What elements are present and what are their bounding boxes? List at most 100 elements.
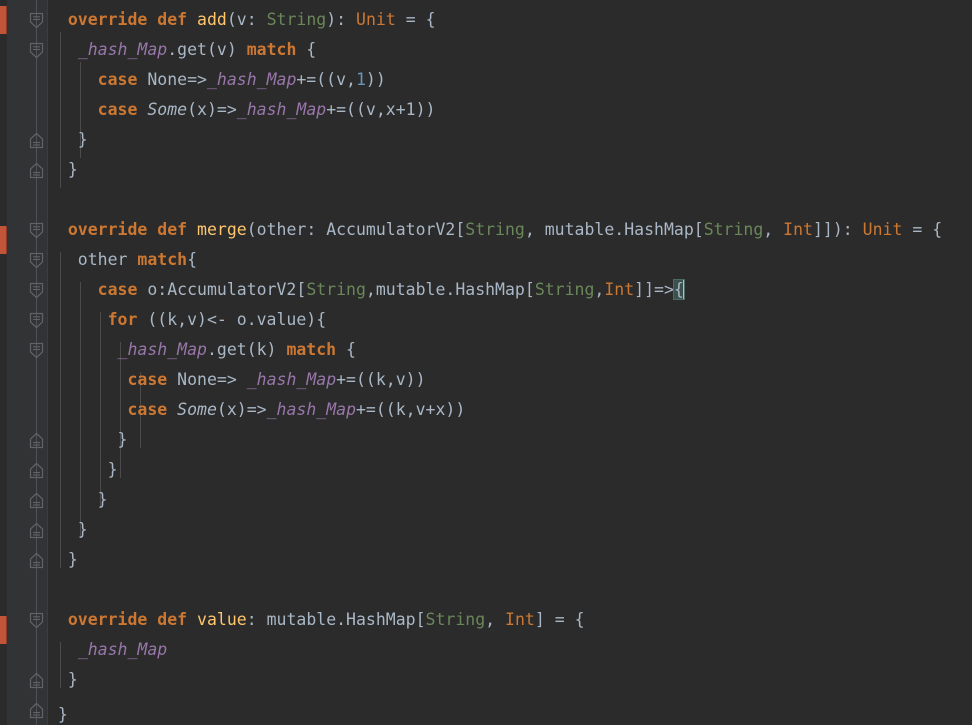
line-add-signature-token-3: def	[157, 10, 188, 29]
line-merge-case-o-token-5: String	[534, 280, 595, 299]
line-merge-signature-token-1: override	[67, 220, 148, 239]
line-merge-inner-match-token-0	[48, 340, 118, 359]
line-merge-case-o-token-2: o:AccumulatorV2[	[137, 280, 307, 299]
fold-merge-inner-match-collapse-icon[interactable]	[27, 341, 46, 360]
line-add-case-none-token-3: _hash_Map	[206, 70, 297, 89]
fold-add-match-end-expand-icon[interactable]	[27, 131, 46, 150]
change-marker-merge-method[interactable]	[0, 226, 7, 254]
line-merge-match-close[interactable]: }	[48, 515, 88, 545]
gutter-divider	[47, 0, 48, 725]
line-add-case-some-token-1: case	[97, 100, 138, 119]
line-merge-close-token-0: }	[48, 550, 78, 569]
line-value-body-token-0	[48, 640, 78, 659]
line-value-signature-token-3: def	[157, 610, 188, 629]
line-add-case-some-token-3: Some	[147, 100, 188, 119]
line-value-body-token-1: _hash_Map	[77, 640, 168, 659]
fold-merge-match-collapse-icon[interactable]	[27, 251, 46, 270]
line-add-signature-token-8: ):	[326, 10, 357, 29]
code-editor[interactable]: override def add(v: String): Unit = { _h…	[0, 0, 972, 725]
line-add-case-some-token-0	[48, 100, 98, 119]
line-merge-case-none[interactable]: case None=> _hash_Map+=((k,v))	[48, 365, 425, 395]
line-add-close[interactable]: }	[48, 155, 78, 185]
code-content-area[interactable]: override def add(v: String): Unit = { _h…	[48, 0, 972, 725]
fold-add-match-collapse-icon[interactable]	[27, 41, 46, 60]
line-merge-inner-match-token-2: .get(k)	[206, 340, 287, 359]
line-merge-signature-token-11: Int	[783, 220, 813, 239]
line-merge-for-close[interactable]: }	[48, 455, 118, 485]
change-marker-value-method[interactable]	[0, 616, 7, 644]
line-merge-other-match[interactable]: other match{	[48, 245, 197, 275]
fold-add-def-end-expand-icon[interactable]	[27, 161, 46, 180]
line-value-close[interactable]: }	[48, 665, 78, 695]
line-merge-other-match-token-0: other	[48, 250, 138, 269]
fold-merge-case-collapse-icon[interactable]	[27, 281, 46, 300]
line-value-signature-token-5: value	[197, 610, 247, 629]
fold-merge-for-collapse-icon[interactable]	[27, 311, 46, 330]
line-merge-for[interactable]: for ((k,v)<- o.value){	[48, 305, 327, 335]
fold-merge-for-end-expand-icon[interactable]	[27, 461, 46, 480]
line-add-case-some-token-6: +=((v,x+1))	[326, 100, 436, 119]
line-add-case-none-token-0	[48, 70, 98, 89]
line-add-match[interactable]: _hash_Map.get(v) match {	[48, 35, 316, 65]
line-merge-inner-match[interactable]: _hash_Map.get(k) match {	[48, 335, 356, 365]
fold-merge-inner-match-end-expand-icon[interactable]	[27, 431, 46, 450]
line-merge-case-close-token-0: }	[48, 490, 108, 509]
fold-merge-match-end-expand-icon[interactable]	[27, 521, 46, 540]
line-value-signature-token-4	[187, 610, 197, 629]
line-add-signature-token-10: = {	[395, 10, 436, 29]
line-merge-inner-match-close[interactable]: }	[48, 425, 128, 455]
line-class-close-token-0: }	[48, 705, 68, 724]
line-add-match-close[interactable]: }	[48, 125, 88, 155]
line-merge-signature-token-7: String	[465, 220, 525, 239]
line-merge-for-token-0	[48, 310, 108, 329]
line-merge-case-some-token-3: Some	[177, 400, 217, 419]
line-add-case-none[interactable]: case None=>_hash_Map+=((v,1))	[48, 65, 386, 95]
fold-value-def-collapse-icon[interactable]	[27, 611, 46, 630]
line-value-signature-token-1: override	[67, 610, 148, 629]
line-merge-case-o[interactable]: case o:AccumulatorV2[String,mutable.Hash…	[48, 275, 685, 305]
editor-gutter[interactable]	[7, 0, 48, 725]
fold-value-def-end-expand-icon[interactable]	[27, 671, 46, 690]
line-merge-for-token-2: ((k,v)<- o.value){	[137, 310, 327, 329]
line-merge-case-some-token-5: _hash_Map	[266, 400, 356, 419]
line-add-signature-token-9: Unit	[356, 10, 396, 29]
fold-add-def-collapse-icon[interactable]	[27, 11, 46, 30]
fold-merge-def-end-expand-icon[interactable]	[27, 551, 46, 570]
line-add-case-some-token-4: (x)=>	[187, 100, 237, 119]
line-value-body[interactable]: _hash_Map	[48, 635, 167, 665]
line-merge-signature[interactable]: override def merge(other: AccumulatorV2[…	[48, 215, 942, 245]
line-merge-case-none-token-2: None=>	[167, 370, 247, 389]
line-merge-case-close[interactable]: }	[48, 485, 108, 515]
line-add-match-token-2: .get(v)	[167, 40, 247, 59]
fold-merge-def-collapse-icon[interactable]	[27, 221, 46, 240]
line-add-case-some-token-5: _hash_Map	[236, 100, 327, 119]
line-merge-match-close-token-0: }	[48, 520, 88, 539]
line-add-case-some-token-2	[137, 100, 147, 119]
line-merge-case-some[interactable]: case Some(x)=>_hash_Map+=((k,v+x))	[48, 395, 465, 425]
fold-class-end-expand-icon[interactable]	[27, 701, 46, 720]
line-merge-case-o-token-0	[48, 280, 98, 299]
fold-merge-case-end-expand-icon[interactable]	[27, 491, 46, 510]
vcs-change-stripe[interactable]	[0, 0, 7, 725]
change-marker-add-method[interactable]	[0, 6, 7, 34]
line-add-signature[interactable]: override def add(v: String): Unit = {	[48, 5, 436, 35]
line-merge-inner-match-token-4: {	[336, 340, 356, 359]
line-merge-signature-token-5: merge	[197, 220, 247, 239]
line-merge-other-match-token-1: match	[137, 250, 188, 269]
line-merge-other-match-token-2: {	[187, 250, 198, 269]
line-class-close[interactable]: }	[48, 700, 68, 725]
line-value-signature[interactable]: override def value: mutable.HashMap[Stri…	[48, 605, 585, 635]
line-value-signature-token-0	[48, 610, 68, 629]
line-add-close-token-0: }	[48, 160, 78, 179]
line-merge-close[interactable]: }	[48, 545, 78, 575]
line-value-signature-token-6: : mutable.HashMap[	[246, 610, 426, 629]
line-add-signature-token-6: (v:	[226, 10, 267, 29]
line-add-signature-token-1: override	[67, 10, 148, 29]
line-merge-case-o-token-3: String	[306, 280, 366, 299]
line-add-case-some[interactable]: case Some(x)=>_hash_Map+=((v,x+1))	[48, 95, 436, 125]
line-merge-case-some-token-2	[167, 400, 177, 419]
line-add-match-close-token-0: }	[48, 130, 88, 149]
line-add-case-none-token-6: ))	[365, 70, 386, 89]
line-merge-case-o-token-6: ,	[594, 280, 605, 299]
line-add-match-token-1: _hash_Map	[77, 40, 168, 59]
